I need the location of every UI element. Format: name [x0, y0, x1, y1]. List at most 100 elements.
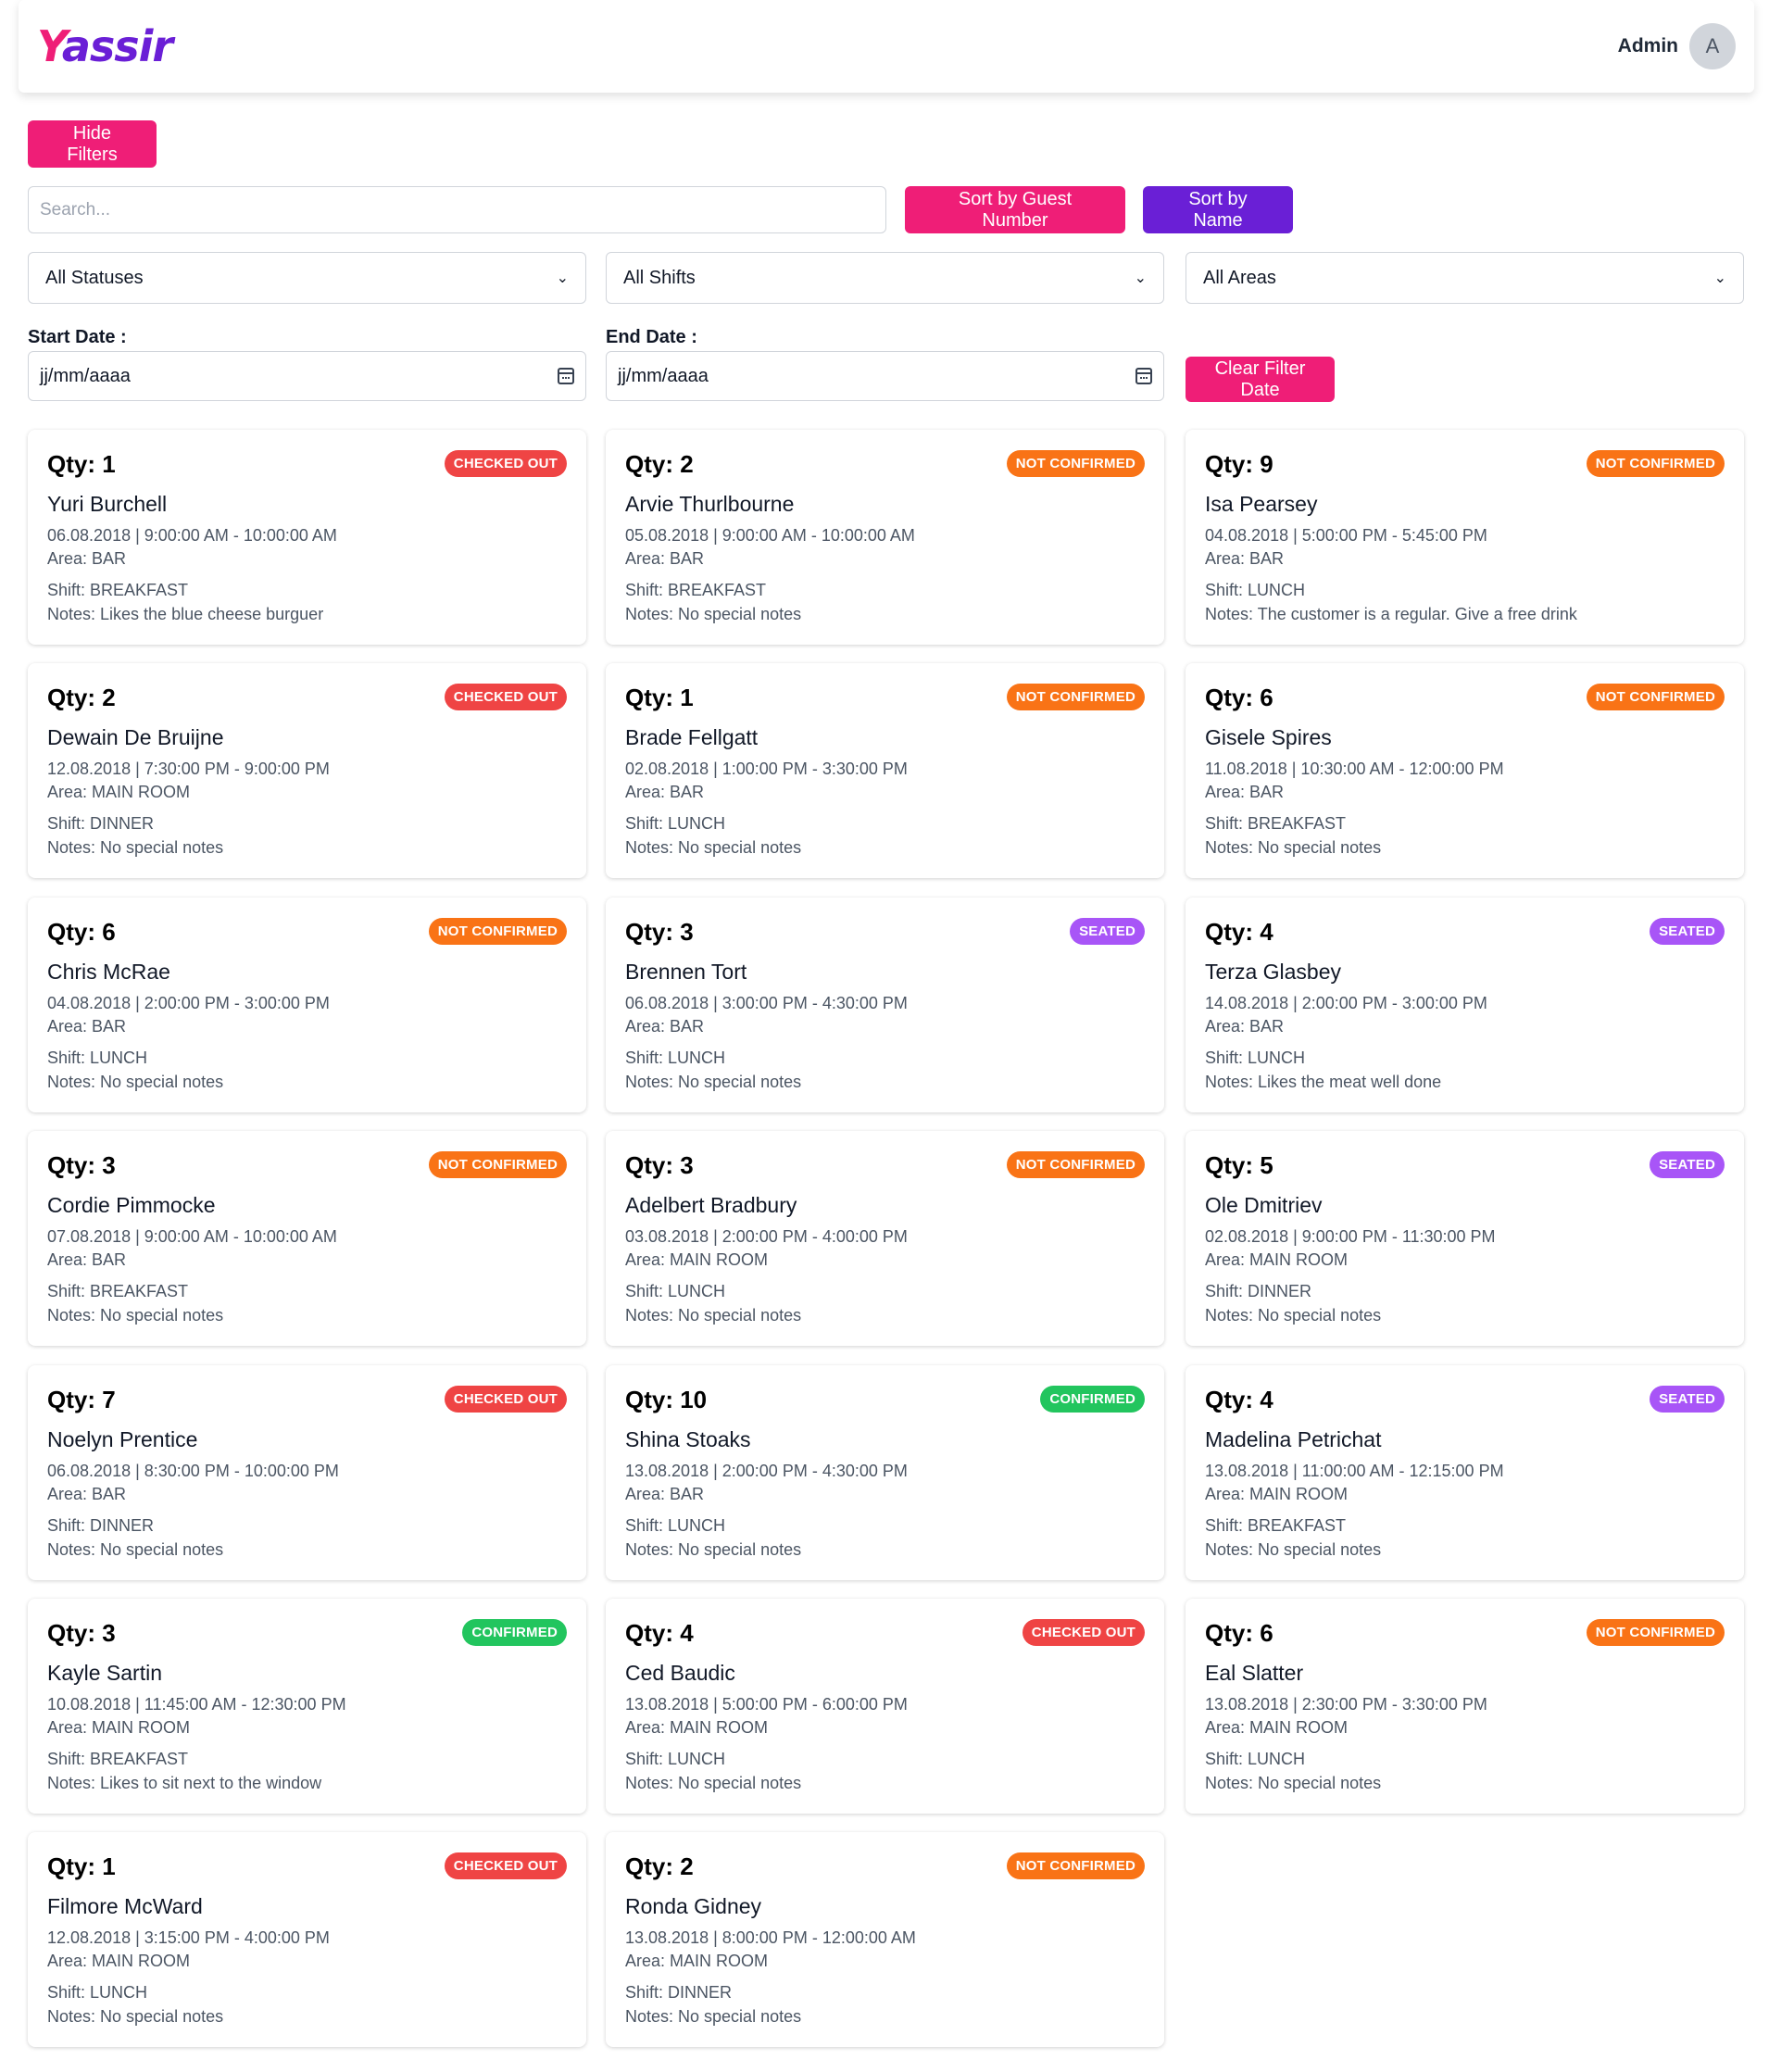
reservation-area: Area: BAR: [625, 549, 705, 568]
status-select[interactable]: All Statuses ⌄: [28, 252, 586, 304]
reservation-card[interactable]: Qty: 6 NOT CONFIRMED Gisele Spires 11.08.20…: [1186, 663, 1744, 878]
guest-name: Adelbert Bradbury: [625, 1193, 797, 1217]
reservation-card[interactable]: Qty: 6 NOT CONFIRMED Eal Slatter 13.08.2018…: [1186, 1599, 1744, 1814]
reservation-card[interactable]: Qty: 9 NOT CONFIRMED Isa Pearsey 04.08.2018…: [1186, 430, 1744, 645]
guest-name: Madelina Petrichat: [1205, 1427, 1382, 1451]
guest-quantity: Qty: 1: [47, 450, 116, 478]
guest-quantity: Qty: 4: [625, 1619, 694, 1647]
reservation-card[interactable]: Qty: 1 CHECKED OUT Yuri Burchell 06.08.2018…: [28, 430, 586, 645]
guest-name: Eal Slatter: [1205, 1661, 1304, 1685]
reservation-datetime: 12.08.2018 | 3:15:00 PM - 4:00:00 PM: [47, 1928, 330, 1947]
reservation-datetime: 06.08.2018 | 8:30:00 PM - 10:00:00 PM: [47, 1462, 339, 1480]
clear-filter-date-button[interactable]: Clear Filter Date: [1186, 357, 1335, 402]
reservation-datetime: 11.08.2018 | 10:30:00 AM - 12:00:00 PM: [1205, 760, 1504, 778]
user-menu[interactable]: Admin A: [1618, 23, 1736, 69]
reservation-card[interactable]: Qty: 3 CONFIRMED Kayle Sartin 10.08.2018 | …: [28, 1599, 586, 1814]
reservation-card[interactable]: Qty: 3 SEATED Brennen Tort 06.08.2018 | 3:0…: [606, 898, 1164, 1112]
reservation-shift: Shift: LUNCH: [625, 814, 726, 833]
guest-quantity: Qty: 4: [1205, 918, 1273, 946]
status-badge: SEATED: [1650, 918, 1725, 945]
shift-select-value: All Shifts: [623, 267, 696, 288]
guest-name: Kayle Sartin: [47, 1661, 163, 1685]
status-badge: CHECKED OUT: [444, 684, 567, 710]
sort-by-name-button[interactable]: Sort by Name: [1143, 186, 1293, 233]
reservation-shift: Shift: LUNCH: [625, 1516, 726, 1535]
guest-quantity: Qty: 2: [625, 450, 694, 478]
reservation-shift: Shift: LUNCH: [625, 1049, 726, 1067]
reservation-area: Area: BAR: [1205, 1017, 1285, 1036]
guest-quantity: Qty: 6: [47, 918, 116, 946]
reservation-datetime: 06.08.2018 | 3:00:00 PM - 4:30:00 PM: [625, 994, 908, 1012]
guest-quantity: Qty: 5: [1205, 1151, 1273, 1179]
area-select[interactable]: All Areas ⌄: [1186, 252, 1744, 304]
reservation-card[interactable]: Qty: 4 SEATED Madelina Petrichat 13.08.2018…: [1186, 1365, 1744, 1580]
reservation-card[interactable]: Qty: 7 CHECKED OUT Noelyn Prentice 06.08.20…: [28, 1365, 586, 1580]
reservation-notes: Notes: No special notes: [47, 1073, 224, 1091]
calendar-icon[interactable]: [558, 368, 574, 384]
hide-filters-button[interactable]: Hide Filters: [28, 120, 157, 168]
guest-name: Brennen Tort: [625, 960, 747, 984]
reservation-datetime: 02.08.2018 | 1:00:00 PM - 3:30:00 PM: [625, 760, 908, 778]
status-badge: NOT CONFIRMED: [1006, 450, 1145, 477]
calendar-icon[interactable]: [1135, 368, 1152, 384]
start-date-input[interactable]: jj/mm/aaaa: [28, 351, 586, 401]
reservation-card[interactable]: Qty: 3 NOT CONFIRMED Adelbert Bradbury 03.0…: [606, 1131, 1164, 1346]
reservation-area: Area: BAR: [47, 1485, 127, 1503]
logo-first: Y: [37, 21, 63, 71]
reservation-card[interactable]: Qty: 2 NOT CONFIRMED Arvie Thurlbourne 05.0…: [606, 430, 1164, 645]
reservation-area: Area: BAR: [47, 549, 127, 568]
reservation-notes: Notes: No special notes: [1205, 838, 1382, 857]
yassir-logo[interactable]: Yassir: [37, 21, 173, 71]
reservation-shift: Shift: LUNCH: [1205, 1750, 1306, 1768]
reservation-notes: Notes: No special notes: [625, 1073, 802, 1091]
reservation-shift: Shift: LUNCH: [1205, 1049, 1306, 1067]
guest-name: Arvie Thurlbourne: [625, 492, 795, 516]
reservation-card[interactable]: Qty: 1 CHECKED OUT Filmore McWard 12.08.201…: [28, 1832, 586, 2047]
reservation-datetime: 04.08.2018 | 2:00:00 PM - 3:00:00 PM: [47, 994, 330, 1012]
reservation-area: Area: MAIN ROOM: [1205, 1485, 1349, 1503]
guest-name: Shina Stoaks: [625, 1427, 751, 1451]
avatar[interactable]: A: [1689, 23, 1736, 69]
status-badge: CONFIRMED: [462, 1619, 567, 1646]
reservation-notes: Notes: No special notes: [47, 838, 224, 857]
guest-name: Cordie Pimmocke: [47, 1193, 216, 1217]
reservation-area: Area: BAR: [625, 1017, 705, 1036]
guest-name: Filmore McWard: [47, 1894, 203, 1918]
end-date-input[interactable]: jj/mm/aaaa: [606, 351, 1164, 401]
guest-quantity: Qty: 3: [47, 1151, 116, 1179]
reservation-datetime: 14.08.2018 | 2:00:00 PM - 3:00:00 PM: [1205, 994, 1487, 1012]
reservation-card[interactable]: Qty: 1 NOT CONFIRMED Brade Fellgatt 02.08.2…: [606, 663, 1164, 878]
reservation-card[interactable]: Qty: 6 NOT CONFIRMED Chris McRae 04.08.2018…: [28, 898, 586, 1112]
chevron-down-icon: ⌄: [1134, 270, 1147, 286]
status-badge: NOT CONFIRMED: [1006, 1852, 1145, 1879]
reservation-shift: Shift: DINNER: [1205, 1282, 1312, 1300]
reservation-area: Area: MAIN ROOM: [625, 1250, 769, 1269]
reservation-area: Area: MAIN ROOM: [625, 1718, 769, 1737]
status-badge: CHECKED OUT: [444, 450, 567, 477]
shift-select[interactable]: All Shifts ⌄: [606, 252, 1164, 304]
sort-by-guest-number-button[interactable]: Sort by Guest Number: [905, 186, 1125, 233]
reservation-datetime: 02.08.2018 | 9:00:00 PM - 11:30:00 PM: [1205, 1227, 1496, 1246]
reservation-card[interactable]: Qty: 4 SEATED Terza Glasbey 14.08.2018 | 2:…: [1186, 898, 1744, 1112]
reservation-card[interactable]: Qty: 2 CHECKED OUT Dewain De Bruijne 12.08.…: [28, 663, 586, 878]
reservation-notes: Notes: Likes the meat well done: [1205, 1073, 1442, 1091]
reservation-notes: Notes: No special notes: [625, 1774, 802, 1792]
reservation-notes: Notes: No special notes: [47, 1306, 224, 1325]
reservation-shift: Shift: BREAKFAST: [625, 581, 767, 599]
guest-quantity: Qty: 3: [47, 1619, 116, 1647]
reservation-card[interactable]: Qty: 4 CHECKED OUT Ced Baudic 13.08.2018 | …: [606, 1599, 1164, 1814]
reservation-card[interactable]: Qty: 5 SEATED Ole Dmitriev 02.08.2018 | 9:0…: [1186, 1131, 1744, 1346]
search-input[interactable]: [28, 186, 886, 233]
guest-quantity: Qty: 3: [625, 918, 694, 946]
reservation-datetime: 07.08.2018 | 9:00:00 AM - 10:00:00 AM: [47, 1227, 337, 1246]
reservation-datetime: 13.08.2018 | 8:00:00 PM - 12:00:00 AM: [625, 1928, 916, 1947]
reservation-card[interactable]: Qty: 2 NOT CONFIRMED Ronda Gidney 13.08.201…: [606, 1832, 1164, 2047]
reservation-notes: Notes: No special notes: [625, 605, 802, 623]
guest-name: Ced Baudic: [625, 1661, 735, 1685]
reservation-notes: Notes: No special notes: [625, 2007, 802, 2026]
reservation-notes: Notes: No special notes: [1205, 1774, 1382, 1792]
chevron-down-icon: ⌄: [556, 270, 569, 286]
reservation-card[interactable]: Qty: 10 CONFIRMED Shina Stoaks 13.08.2018 |…: [606, 1365, 1164, 1580]
reservation-card[interactable]: Qty: 3 NOT CONFIRMED Cordie Pimmocke 07.08.…: [28, 1131, 586, 1346]
reservation-shift: Shift: BREAKFAST: [47, 1282, 189, 1300]
